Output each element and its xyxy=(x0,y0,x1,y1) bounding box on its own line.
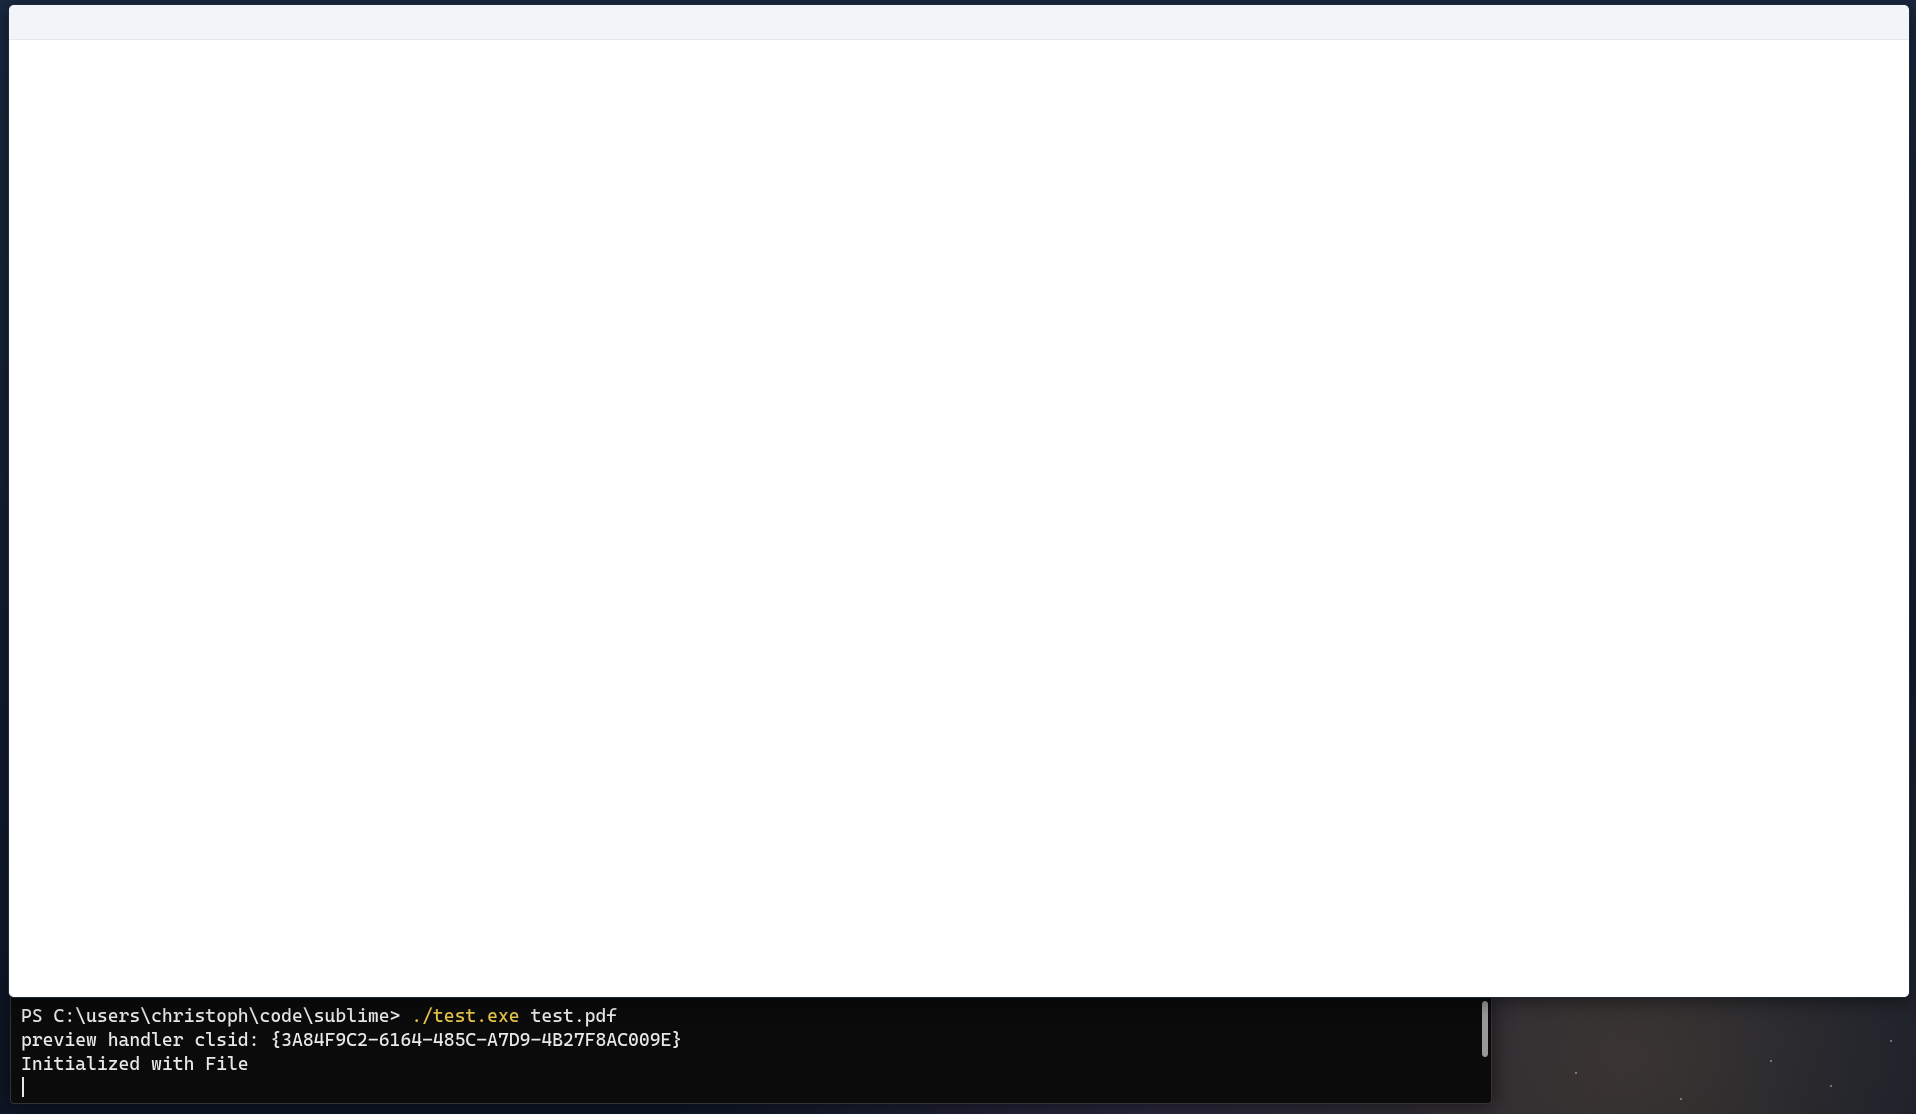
terminal-command-line: PS C:\users\christoph\code\sublime> ./te… xyxy=(21,1005,1481,1029)
terminal-output-line: Initialized with File xyxy=(21,1053,1481,1077)
preview-app-titlebar[interactable] xyxy=(9,5,1909,40)
terminal-command: ./test.exe xyxy=(411,1006,519,1027)
terminal-output-line: preview handler clsid: {3A84F9C2-6164-48… xyxy=(21,1029,1481,1053)
preview-app-window[interactable] xyxy=(8,4,1910,998)
terminal-input-line[interactable] xyxy=(21,1077,1481,1101)
preview-app-client-area xyxy=(9,40,1909,997)
terminal-prompt: PS C:\users\christoph\code\sublime> xyxy=(21,1006,411,1027)
terminal-window[interactable]: PS C:\users\christoph\code\sublime> ./te… xyxy=(10,996,1492,1104)
terminal-cursor xyxy=(22,1077,24,1097)
terminal-scrollbar[interactable] xyxy=(1482,1001,1488,1057)
terminal-argument: test.pdf xyxy=(520,1006,618,1027)
